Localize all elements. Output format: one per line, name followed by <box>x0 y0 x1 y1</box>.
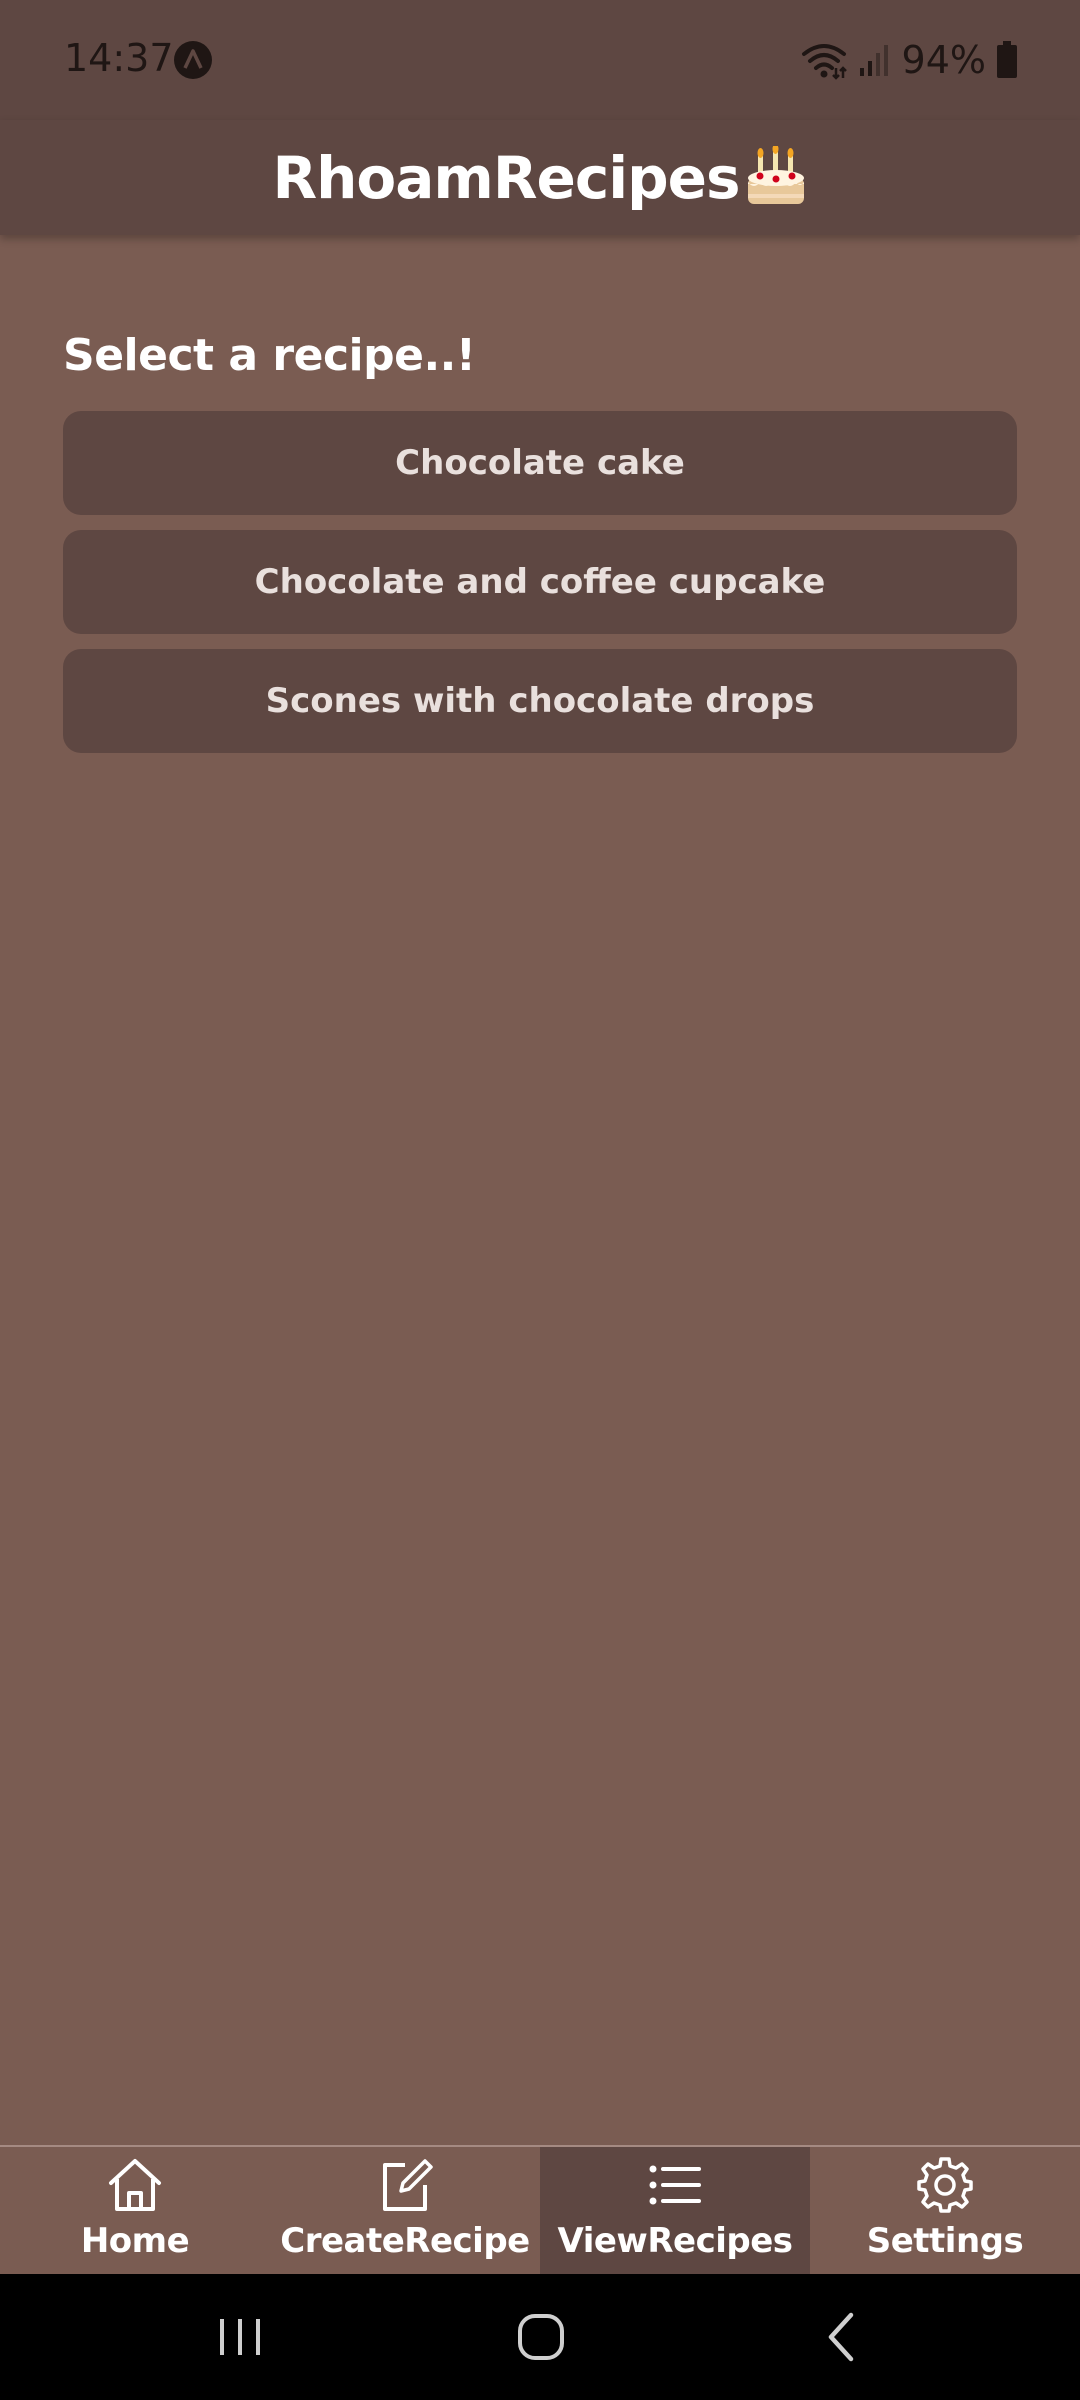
battery-icon <box>997 41 1017 78</box>
wifi-icon <box>801 44 847 80</box>
status-bar: 14:37 94% <box>0 0 1080 120</box>
nav-item-home[interactable]: Home <box>0 2147 270 2276</box>
home-circle-icon[interactable] <box>511 2307 571 2367</box>
recents-icon[interactable] <box>210 2307 270 2367</box>
app-header: RhoamRecipes <box>0 120 1080 235</box>
app-title: RhoamRecipes <box>272 143 740 212</box>
edit-icon <box>383 2159 433 2211</box>
nav-label-home: Home <box>80 2221 190 2261</box>
nav-item-createrecipe[interactable]: CreateRecipe <box>270 2147 540 2276</box>
nav-label-settings: Settings <box>866 2221 1024 2261</box>
status-time: 14:37 <box>64 36 174 80</box>
recipe-button-scones-chocolate-drops[interactable]: Scones with chocolate drops <box>63 649 1017 753</box>
nav-item-settings[interactable]: Settings <box>810 2147 1080 2276</box>
system-nav-bar <box>0 2274 1080 2400</box>
recipe-button-chocolate-coffee-cupcake[interactable]: Chocolate and coffee cupcake <box>63 530 1017 634</box>
status-right-cluster: 94% <box>800 36 1018 84</box>
app-notification-icon <box>174 41 212 79</box>
cake-icon <box>747 145 804 204</box>
list-icon <box>649 2165 701 2205</box>
battery-percentage: 94% <box>901 38 986 82</box>
nav-label-createrecipe: CreateRecipe <box>280 2221 530 2261</box>
recipe-button-chocolate-cake[interactable]: Chocolate cake <box>63 411 1017 515</box>
nav-label-viewrecipes: ViewRecipes <box>557 2221 793 2261</box>
nav-item-viewrecipes[interactable]: ViewRecipes <box>540 2147 810 2276</box>
signal-icon <box>859 45 888 76</box>
back-icon[interactable] <box>813 2307 873 2367</box>
recipe-list-section: Select a recipe..! Chocolate cake Chocol… <box>63 330 1017 768</box>
bottom-nav: Home CreateRecipe ViewRecipes Settings <box>0 2145 1080 2276</box>
section-title: Select a recipe..! <box>63 330 476 381</box>
home-icon <box>109 2159 161 2211</box>
gear-icon <box>917 2157 973 2213</box>
